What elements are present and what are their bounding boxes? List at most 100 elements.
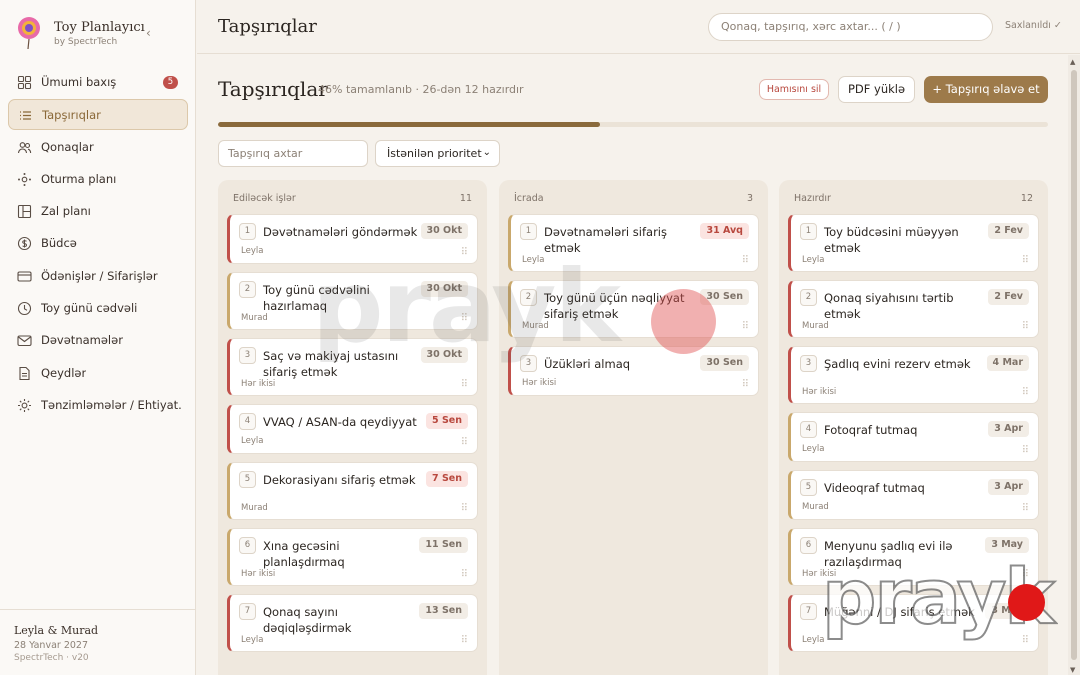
card-list: 1 Dəvətnamələri sifariş etmək 31 Avq Leyla ⠿… <box>508 214 759 404</box>
drag-handle-icon[interactable]: ⠿ <box>1022 321 1029 332</box>
task-title: Dəvətnamələri sifariş etmək <box>544 225 667 255</box>
task-card[interactable]: 2 Toy günü üçün nəqliyyat sifariş etmək 30… <box>508 280 759 338</box>
drag-handle-icon[interactable]: ⠿ <box>461 247 468 258</box>
app-version: SpectrTech · v20 <box>14 653 89 663</box>
sidebar-item-label: Tapşırıqlar <box>42 108 101 123</box>
sidebar-item-tasks[interactable]: Tapşırıqlar <box>8 99 188 131</box>
task-card[interactable]: 7 Müğənni / DJ sifariş etmək 3 May Leyla ⠿ <box>788 594 1039 652</box>
drag-handle-icon[interactable]: ⠿ <box>1022 445 1029 456</box>
sidebar-item-settings[interactable]: Tənzimləmələr / Ehtiyat... <box>8 390 188 421</box>
top-header: Tapşırıqlar Qonaq, tapşırıq, xərc axtar.… <box>197 0 1080 54</box>
task-card[interactable]: 1 Toy büdcəsini müəyyən etmək 2 Fev Leyla ⠿ <box>788 214 1039 272</box>
drag-handle-icon[interactable]: ⠿ <box>742 379 749 390</box>
task-card[interactable]: 3 Şadlıq evini rezerv etmək 4 Mar Hər ikisi… <box>788 346 1039 404</box>
task-title: VVAQ / ASAN-da qeydiyyat <box>263 415 417 429</box>
priority-select[interactable]: İstənilən prioritet ⌄ <box>375 140 500 167</box>
scroll-up-icon[interactable]: ▲ <box>1070 58 1075 66</box>
sidebar-item-invitations[interactable]: Dəvətnamələr <box>8 325 188 356</box>
sidebar-item-payments[interactable]: Ödənişlər / Sifarişlər <box>8 261 188 292</box>
task-number: 4 <box>800 421 817 438</box>
sidebar-item-budget[interactable]: Büdcə <box>8 228 188 259</box>
task-number: 7 <box>800 603 817 620</box>
due-date-badge: 5 Sen <box>426 413 468 429</box>
task-card[interactable]: 5 Dekorasiyanı sifariş etmək 7 Sen Murad ⠿ <box>227 462 478 520</box>
sidebar-item-label: Zal planı <box>41 204 91 219</box>
due-date-badge: 3 May <box>985 603 1029 619</box>
due-date-badge: 30 Sen <box>700 355 749 371</box>
settings-icon <box>17 398 32 413</box>
task-card[interactable]: 3 Saç və makiyaj ustasını sifariş etmək 30… <box>227 338 478 396</box>
task-assignee: Hər ikisi <box>241 569 276 579</box>
priority-select-value: İstənilən prioritet <box>387 147 482 160</box>
task-card[interactable]: 5 Videoqraf tutmaq 3 Apr Murad ⠿ <box>788 470 1039 520</box>
drag-handle-icon[interactable]: ⠿ <box>1022 503 1029 514</box>
task-number: 5 <box>800 479 817 496</box>
task-title: Qonaq sayını dəqiqləşdirmək <box>263 605 352 635</box>
task-card[interactable]: 1 Dəvətnamələri sifariş etmək 31 Avq Leyla ⠿ <box>508 214 759 272</box>
drag-handle-icon[interactable]: ⠿ <box>1022 569 1029 580</box>
drag-handle-icon[interactable]: ⠿ <box>1022 635 1029 646</box>
task-number: 4 <box>239 413 256 430</box>
due-date-badge: 4 Mar <box>986 355 1029 371</box>
sidebar-item-label: Büdcə <box>41 236 77 251</box>
users-icon <box>17 140 32 155</box>
task-number: 3 <box>520 355 537 372</box>
due-date-badge: 3 May <box>985 537 1029 553</box>
drag-handle-icon[interactable]: ⠿ <box>1022 387 1029 398</box>
add-task-button[interactable]: + Tapşırıq əlavə et <box>924 76 1048 103</box>
drag-handle-icon[interactable]: ⠿ <box>461 503 468 514</box>
task-title: Toy büdcəsini müəyyən etmək <box>824 225 959 255</box>
task-assignee: Murad <box>802 321 829 331</box>
drag-handle-icon[interactable]: ⠿ <box>461 635 468 646</box>
scrollbar-thumb[interactable] <box>1071 70 1077 660</box>
sidebar-item-schedule[interactable]: Toy günü cədvəli <box>8 293 188 324</box>
drag-handle-icon[interactable]: ⠿ <box>461 569 468 580</box>
page-title: Tapşırıqlar <box>218 77 328 101</box>
task-number: 2 <box>239 281 256 298</box>
drag-handle-icon[interactable]: ⠿ <box>1022 255 1029 266</box>
due-date-badge: 13 Sen <box>419 603 468 619</box>
task-number: 1 <box>239 223 256 240</box>
list-icon <box>18 108 33 123</box>
task-card[interactable]: 1 Dəvətnamələri göndərmək 30 Okt Leyla ⠿ <box>227 214 478 264</box>
page-scrollbar[interactable]: ▲ ▼ <box>1068 55 1080 675</box>
sidebar-item-guests[interactable]: Qonaqlar <box>8 132 188 163</box>
task-card[interactable]: 3 Üzükləri almaq 30 Sen Hər ikisi ⠿ <box>508 346 759 396</box>
sidebar-item-label: Qeydlər <box>41 365 87 380</box>
task-card[interactable]: 2 Toy günü cədvəlini hazırlamaq 30 Okt Mura… <box>227 272 478 330</box>
task-card[interactable]: 7 Qonaq sayını dəqiqləşdirmək 13 Sen Leyla ⠿ <box>227 594 478 652</box>
sidebar-item-notes[interactable]: Qeydlər <box>8 358 188 389</box>
due-date-badge: 30 Okt <box>420 223 468 239</box>
due-date-badge: 7 Sen <box>426 471 468 487</box>
global-search-input[interactable]: Qonaq, tapşırıq, xərc axtar... ( / ) <box>708 13 993 41</box>
column-title: Ediləcək işlər <box>233 193 296 204</box>
task-title: Toy günü üçün nəqliyyat sifariş etmək <box>544 291 685 321</box>
task-card[interactable]: 2 Qonaq siyahısını tərtib etmək 2 Fev Murad… <box>788 280 1039 338</box>
task-search-input[interactable]: Tapşırıq axtar <box>218 140 368 167</box>
drag-handle-icon[interactable]: ⠿ <box>461 379 468 390</box>
drag-handle-icon[interactable]: ⠿ <box>461 313 468 324</box>
scroll-down-icon[interactable]: ▼ <box>1070 666 1075 674</box>
couple-names: Leyla & Murad <box>14 624 99 637</box>
sidebar-item-seating[interactable]: Oturma planı <box>8 164 188 195</box>
brand[interactable]: Toy Planlayıcı by SpectrTech ‹ <box>14 16 184 56</box>
drag-handle-icon[interactable]: ⠿ <box>742 321 749 332</box>
task-number: 1 <box>800 223 817 240</box>
task-card[interactable]: 6 Menyunu şadlıq evi ilə razılaşdırmaq 3 M… <box>788 528 1039 586</box>
due-date-badge: 2 Fev <box>988 223 1029 239</box>
task-card[interactable]: 6 Xına gecəsini planlaşdırmaq 11 Sen Hər ik… <box>227 528 478 586</box>
clear-all-button[interactable]: Hamısını sil <box>759 79 829 100</box>
task-card[interactable]: 4 Fotoqraf tutmaq 3 Apr Leyla ⠿ <box>788 412 1039 462</box>
task-card[interactable]: 4 VVAQ / ASAN-da qeydiyyat 5 Sen Leyla ⠿ <box>227 404 478 454</box>
task-title: Dekorasiyanı sifariş etmək <box>263 473 416 487</box>
drag-handle-icon[interactable]: ⠿ <box>461 437 468 448</box>
download-pdf-button[interactable]: PDF yüklə <box>838 76 915 103</box>
sidebar-item-hall[interactable]: Zal planı <box>8 196 188 227</box>
sidebar-item-label: Qonaqlar <box>41 139 94 154</box>
sidebar-item-overview[interactable]: Ümumi baxış 5 <box>8 67 188 98</box>
sidebar-nav: Ümumi baxış 5 Tapşırıqlar Qonaqlar Oturm… <box>8 67 188 422</box>
drag-handle-icon[interactable]: ⠿ <box>742 255 749 266</box>
due-date-badge: 2 Fev <box>988 289 1029 305</box>
collapse-sidebar-icon[interactable]: ‹ <box>146 26 151 40</box>
card-icon <box>17 269 32 284</box>
